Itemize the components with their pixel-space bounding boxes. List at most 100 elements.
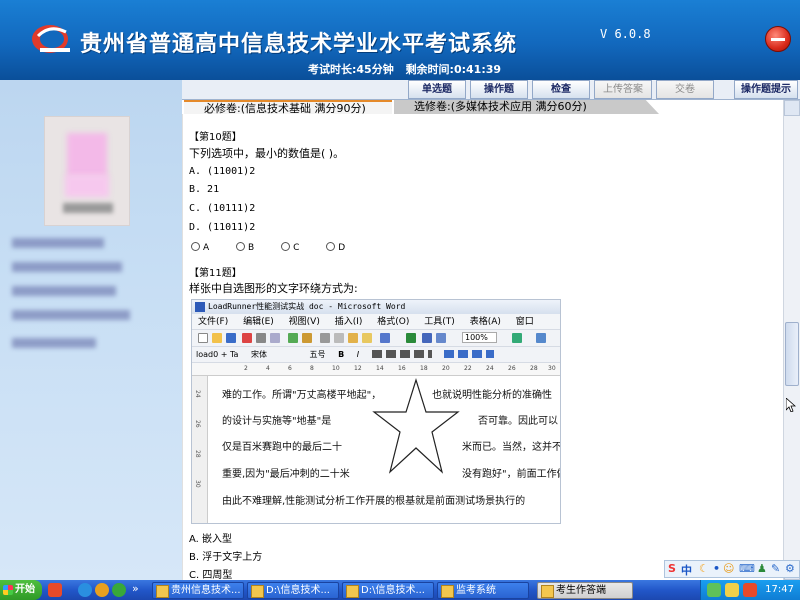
task-folder-2[interactable]: D:\信息技术...	[342, 582, 434, 599]
word-standard-toolbar: 100%	[192, 330, 560, 347]
sample-word-screenshot: LoadRunner性能测试实战 doc - Microsoft Word 文件…	[191, 299, 561, 524]
ie-icon[interactable]	[78, 583, 92, 597]
tray-shield-icon[interactable]	[743, 583, 757, 597]
tab-elective[interactable]: 选修卷:(多媒体技术应用 满分60分)	[394, 100, 659, 114]
research-icon	[302, 333, 312, 343]
q10-option-c: C. (10111)2	[189, 203, 256, 214]
single-choice-button[interactable]: 单选题	[408, 80, 466, 99]
open-icon	[212, 333, 222, 343]
print-icon	[256, 333, 266, 343]
task-candidate[interactable]: 考生作答端	[537, 582, 633, 599]
format-painter-icon	[362, 333, 372, 343]
candidate-photo	[44, 116, 130, 226]
media-icon[interactable]	[95, 583, 109, 597]
word-title: LoadRunner性能测试实战 doc - Microsoft Word	[192, 300, 560, 314]
save-icon	[226, 333, 236, 343]
q10-option-b: B. 21	[189, 184, 220, 195]
exam-logo-icon	[32, 25, 70, 53]
word-menu-file: 文件(F)	[198, 317, 229, 327]
submit-button[interactable]: 交卷	[656, 80, 714, 99]
app-quicklaunch-icon[interactable]	[48, 583, 62, 597]
tray-volume-icon[interactable]	[725, 583, 739, 597]
sogou-icon: S	[668, 562, 676, 575]
task-proctor[interactable]: 监考系统	[437, 582, 529, 599]
exam-duration: 考试时长:45分钟	[308, 63, 394, 76]
new-icon	[198, 333, 208, 343]
doc-line-3-right: 米而已。当然，这并不	[462, 442, 561, 453]
doc-line-1-right: 也就说明性能分析的准确性	[432, 390, 552, 401]
scroll-up-button[interactable]	[784, 100, 800, 116]
app-title: 贵州省普通高中信息技术学业水平考试系统	[80, 31, 518, 57]
clock: 17:47	[765, 584, 794, 595]
q11-option-b: B. 浮于文字上方	[189, 552, 263, 563]
columns-icon	[436, 333, 446, 343]
tray-network-icon[interactable]	[707, 583, 721, 597]
start-button[interactable]: 开始	[0, 580, 42, 600]
radio-c[interactable]: C	[281, 242, 299, 253]
skin-icon: ✎	[771, 562, 781, 575]
remaining-time: 剩余时间:0:41:39	[405, 63, 502, 76]
spell-icon	[288, 333, 298, 343]
doc-line-5: 由此不难理解,性能测试分析工作开展的根基就是前面测试场景执行的	[222, 496, 526, 507]
word-vertical-ruler: 24 26 28 30	[192, 376, 208, 523]
exit-button[interactable]	[765, 26, 791, 52]
quicklaunch-more[interactable]: »	[132, 582, 139, 595]
q10-option-d: D. (11011)2	[189, 222, 256, 233]
q11-option-c: C. 四周型	[189, 570, 233, 580]
word-menu-format: 格式(O)	[377, 317, 410, 327]
scroll-thumb[interactable]	[785, 322, 799, 386]
candidate-info-row	[12, 286, 116, 296]
task-exam-app[interactable]: 贵州信息技术...	[152, 582, 244, 599]
align-icons	[371, 350, 432, 358]
exam-toolbar: 单选题 操作题 检查 上传答案 交卷 操作题提示	[182, 80, 800, 100]
undo-icon	[380, 333, 390, 343]
candidate-info-row	[12, 310, 130, 320]
mouse-cursor-icon	[786, 398, 796, 412]
q10-option-a: A. (11001)2	[189, 166, 256, 177]
task-folder-1[interactable]: D:\信息技术...	[247, 582, 339, 599]
help-icon	[512, 333, 522, 343]
content-scrollbar[interactable]	[783, 100, 800, 580]
word-format-toolbar: load0 + Ta 宋体 五号 B I	[192, 347, 560, 363]
ime-toolbar[interactable]: S 中 ☾ • ☺ ⌨ ♟ ✎ ⚙	[664, 560, 800, 578]
system-tray: 17:47	[700, 580, 800, 600]
hyperlink-icon	[406, 333, 416, 343]
version-label: V 6.0.8	[600, 27, 651, 41]
ime-mode-label: 中	[681, 564, 692, 577]
preview-icon	[270, 333, 280, 343]
word-menubar: 文件(F) 编辑(E) 视图(V) 插入(I) 格式(O) 工具(T) 表格(A…	[192, 314, 560, 343]
smile-icon: ☺	[723, 562, 735, 575]
word-menu-view: 视图(V)	[288, 317, 320, 327]
operation-hint-button[interactable]: 操作题提示	[734, 80, 798, 99]
user-icon: ♟	[757, 562, 767, 575]
tables-icon	[422, 333, 432, 343]
tab-required[interactable]: 必修卷:(信息技术基础 满分90分)	[184, 100, 392, 115]
doc-line-3: 仅是百米赛跑中的最后二十	[222, 442, 342, 453]
radio-d[interactable]: D	[326, 242, 345, 253]
word-document-body: 24 26 28 30 难的工作。所谓"万丈高楼平地起"， 也就说明性能分析的准…	[192, 376, 561, 523]
radio-b[interactable]: B	[236, 242, 254, 253]
tool-icon: ⚙	[785, 562, 795, 575]
doc-line-2-right: 否可靠。因此可以	[478, 416, 558, 427]
browser-icon[interactable]	[112, 583, 126, 597]
q11-number: 【第11题】	[189, 268, 242, 279]
keyboard-icon: ⌨	[739, 562, 755, 575]
moon-icon: ☾	[699, 562, 709, 575]
candidate-info-row	[12, 338, 96, 348]
word-menu-tools: 工具(T)	[424, 317, 455, 327]
upload-answer-button[interactable]: 上传答案	[594, 80, 652, 99]
doc-line-4: 重要,因为"最后冲刺的二十米	[222, 469, 350, 480]
paper-tabs: 必修卷:(信息技术基础 满分90分) 选修卷:(多媒体技术应用 满分60分)	[182, 100, 800, 115]
question-area: 【第10题】 下列选项中，最小的数值是( )。 A. (11001)2 B. 2…	[182, 114, 782, 580]
operation-button[interactable]: 操作题	[470, 80, 528, 99]
timer-bar: 考试时长:45分钟 剩余时间:0:41:39	[308, 61, 509, 77]
word-menu-edit: 编辑(E)	[243, 317, 274, 327]
q11-option-a: A. 嵌入型	[189, 534, 233, 545]
check-button[interactable]: 检查	[532, 80, 590, 99]
italic-icon: I	[356, 350, 360, 359]
word-menu-table: 表格(A)	[469, 317, 501, 327]
doc-line-2: 的设计与实施等"地基"是	[222, 416, 332, 427]
list-icons	[444, 350, 495, 358]
copy-icon	[334, 333, 344, 343]
radio-a[interactable]: A	[191, 242, 209, 253]
